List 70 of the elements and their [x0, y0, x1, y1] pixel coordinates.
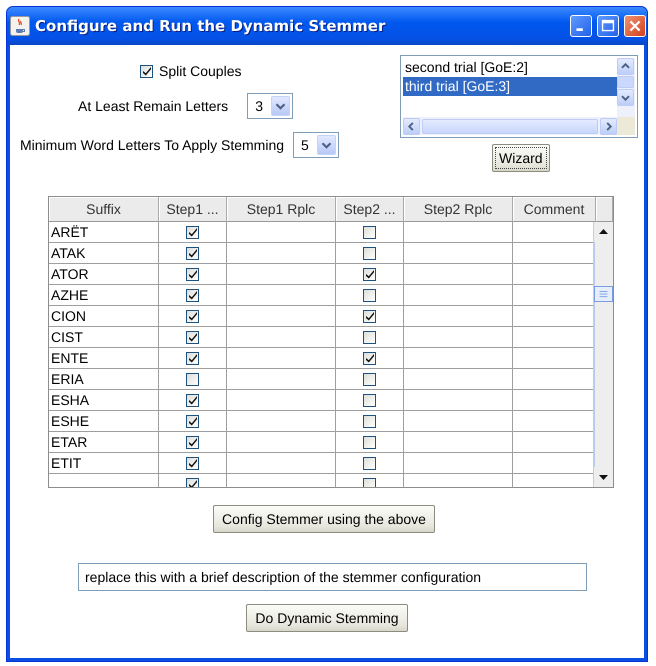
checkbox[interactable] — [363, 394, 376, 406]
scrollbar-thumb[interactable] — [422, 118, 598, 134]
checkbox[interactable] — [363, 436, 376, 448]
table-cell: ENTE — [49, 348, 159, 369]
maximize-icon[interactable] — [597, 15, 619, 37]
checkbox[interactable] — [363, 288, 376, 302]
table-cell: ESHE — [49, 411, 159, 432]
checkbox[interactable] — [186, 310, 199, 322]
table-cell: ATAK — [49, 243, 159, 264]
checkbox[interactable] — [186, 352, 199, 364]
scroll-left-icon[interactable] — [403, 118, 420, 134]
checkbox[interactable] — [186, 414, 199, 428]
scrollbar-thumb[interactable] — [594, 286, 613, 302]
close-icon[interactable] — [624, 15, 646, 37]
checkbox[interactable] — [186, 478, 199, 487]
checkbox[interactable] — [186, 372, 199, 386]
table-cell: ESHA — [49, 390, 159, 411]
wizard-button[interactable]: Wizard — [492, 144, 550, 172]
checkbox[interactable] — [363, 352, 376, 364]
checkbox[interactable] — [363, 246, 376, 260]
list-item[interactable]: second trial [GoE:2] — [403, 58, 617, 77]
chevron-down-icon — [317, 135, 336, 155]
column-header[interactable]: Comment — [513, 197, 596, 222]
checkbox[interactable] — [186, 436, 199, 448]
checkbox[interactable] — [186, 330, 199, 344]
dropdown[interactable]: 3 — [247, 93, 294, 119]
header-corner — [596, 197, 613, 222]
window-title: Configure and Run the Dynamic Stemmer — [35, 17, 386, 35]
column-header[interactable]: Step1 ... — [159, 197, 227, 222]
description-field[interactable]: replace this with a brief description of the stemmer configuration — [78, 563, 587, 591]
chevron-down-icon — [271, 96, 290, 116]
checkbox[interactable] — [186, 288, 199, 302]
checkbox[interactable] — [186, 456, 199, 470]
scroll-right-icon[interactable] — [600, 118, 617, 134]
dropdown[interactable]: 5 — [293, 132, 340, 158]
scrollbar-thumb[interactable] — [617, 76, 634, 88]
checkbox[interactable] — [363, 330, 376, 344]
table-cell: ERIA — [49, 369, 159, 390]
field-label: At Least Remain Letters — [78, 98, 228, 114]
checkbox[interactable] — [363, 310, 376, 322]
table-cell: ATOR — [49, 264, 159, 285]
table-cell: AZHE — [49, 285, 159, 306]
field-label: Minimum Word Letters To Apply Stemming — [20, 137, 284, 153]
checkbox[interactable] — [186, 394, 199, 406]
table-cell: CION — [49, 306, 159, 327]
column-header[interactable]: Suffix — [49, 197, 159, 222]
list-item[interactable]: third trial [GoE:3] — [403, 77, 617, 96]
checkbox[interactable] — [363, 226, 376, 238]
scrollbar-corner — [617, 117, 635, 135]
checkbox[interactable] — [186, 226, 199, 238]
table-cell: ETAR — [49, 432, 159, 453]
run-button[interactable]: Do Dynamic Stemming — [246, 604, 408, 632]
checkbox[interactable] — [363, 414, 376, 428]
checkbox[interactable] — [186, 268, 199, 280]
table-cell: ETIT — [49, 453, 159, 474]
column-header[interactable]: Step1 Rplc — [227, 197, 336, 222]
minimize-icon[interactable] — [570, 15, 592, 37]
config-button[interactable]: Config Stemmer using the above — [213, 505, 435, 533]
checkbox-label: Split Couples — [159, 63, 242, 79]
checkbox[interactable] — [363, 268, 376, 280]
checkbox[interactable] — [363, 456, 376, 470]
column-header[interactable]: Step2 ... — [336, 197, 404, 222]
table-cell: CIST — [49, 327, 159, 348]
checkbox[interactable] — [140, 64, 153, 78]
coffee-cup-icon — [10, 16, 30, 36]
table-cell: ARËT — [49, 222, 159, 243]
checkbox[interactable] — [363, 478, 376, 487]
checkbox[interactable] — [363, 372, 376, 386]
checkbox[interactable] — [186, 246, 199, 260]
column-header[interactable]: Step2 Rplc — [404, 197, 513, 222]
